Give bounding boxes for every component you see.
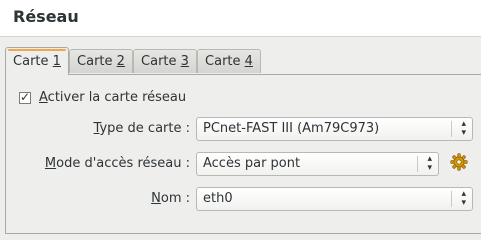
accel-letter: M — [44, 156, 57, 171]
access-mode-select[interactable]: Accès par pont ▴ ▾ — [196, 152, 439, 176]
name-label: Nom : — [151, 191, 190, 206]
enable-adapter-checkbox[interactable]: ✓ — [19, 90, 31, 104]
accel-letter: N — [151, 191, 161, 206]
tab-label-number: 2 — [116, 54, 125, 69]
adapter-type-value: PCnet-FAST III (Am79C973) — [203, 121, 380, 136]
tab-label-prefix: Carte — [13, 54, 53, 69]
page-header: Réseau — [0, 0, 481, 37]
name-value: eth0 — [203, 191, 233, 206]
page-title: Réseau — [13, 7, 79, 26]
tab-carte-1[interactable]: Carte 1 — [5, 47, 69, 75]
label-rest: om : — [160, 191, 190, 206]
access-mode-value: Accès par pont — [203, 156, 301, 171]
enable-adapter-label[interactable]: Activer la carte réseau — [39, 90, 186, 105]
tab-carte-4[interactable]: Carte 4 — [197, 49, 261, 73]
up-down-arrows-icon: ▴ ▾ — [461, 119, 466, 138]
label-rest: ode d'accès réseau : — [56, 156, 190, 171]
tab-carte-2[interactable]: Carte 2 — [69, 49, 133, 73]
tab-label-prefix: Carte — [77, 54, 117, 69]
tab-label-number: 3 — [180, 54, 189, 69]
adapter-type-select[interactable]: PCnet-FAST III (Am79C973) ▴ ▾ — [196, 117, 473, 141]
up-down-arrows-icon: ▴ ▾ — [461, 189, 466, 208]
combo-separator — [417, 156, 418, 172]
label-rest: ctiver la carte réseau — [47, 90, 187, 105]
tab-label-number: 4 — [244, 54, 253, 69]
name-select[interactable]: eth0 ▴ ▾ — [196, 187, 473, 211]
tab-carte-3[interactable]: Carte 3 — [133, 49, 197, 73]
tab-label-prefix: Carte — [205, 54, 245, 69]
up-down-arrows-icon: ▴ ▾ — [427, 154, 432, 173]
tab-label-prefix: Carte — [141, 54, 181, 69]
combo-separator — [451, 121, 452, 137]
combo-separator — [451, 191, 452, 207]
access-mode-label: Mode d'accès réseau : — [45, 156, 190, 171]
label-rest: ype de carte : — [99, 121, 190, 136]
checkmark-icon: ✓ — [20, 90, 31, 104]
gear-icon[interactable] — [450, 153, 468, 171]
accel-letter: A — [39, 90, 48, 105]
tab-label-number: 1 — [52, 54, 61, 69]
adapter-type-label: Type de carte : — [94, 121, 190, 136]
